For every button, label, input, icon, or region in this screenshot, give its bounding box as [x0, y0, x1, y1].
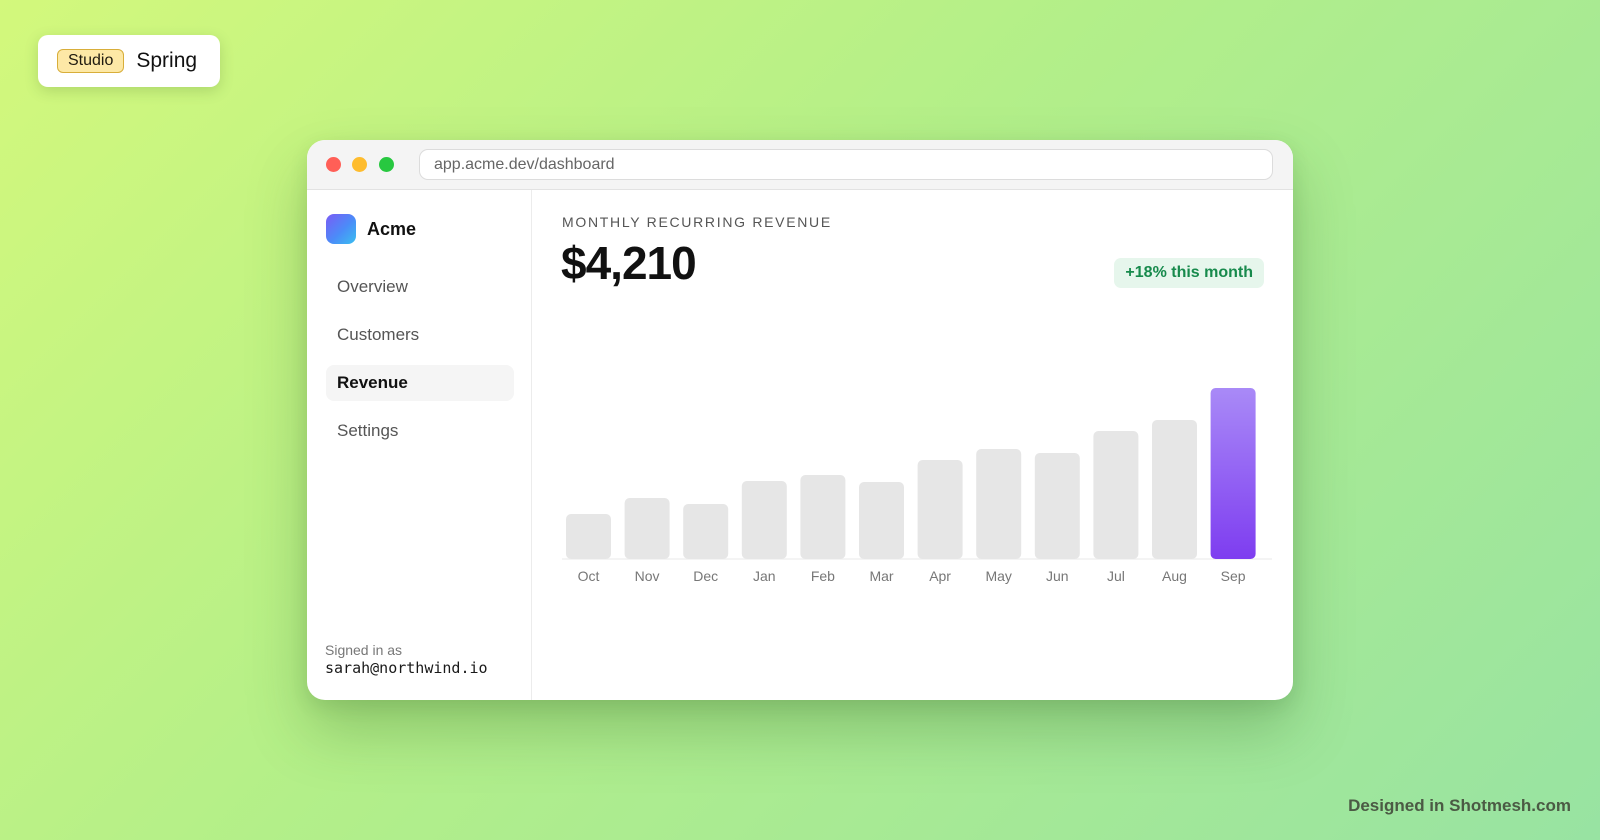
bar-jul — [1093, 431, 1139, 559]
browser-window: app.acme.dev/dashboard Acme Overview Cus… — [307, 140, 1293, 700]
watermark: Designed in Shotmesh.com — [1348, 796, 1571, 815]
bar-dec — [683, 504, 729, 559]
sidebar-item-settings[interactable]: Settings — [326, 413, 514, 449]
bar-aug — [1152, 420, 1197, 559]
signed-in-email: sarah@northwind.io — [325, 659, 488, 677]
brand: Acme — [326, 214, 416, 244]
sidebar: Acme Overview Customers Revenue Settings… — [307, 190, 532, 700]
sidebar-item-revenue[interactable]: Revenue — [326, 365, 514, 401]
x-tick-label-nov: Nov — [635, 568, 660, 584]
maximize-window-button[interactable] — [379, 157, 394, 172]
x-tick-label-jan: Jan — [753, 568, 776, 584]
browser-titlebar: app.acme.dev/dashboard — [307, 140, 1293, 190]
bar-may — [976, 449, 1022, 559]
theme-name: Spring — [136, 49, 198, 72]
bar-apr — [917, 460, 963, 559]
bar-jan — [741, 481, 787, 559]
bar-jun — [1034, 453, 1080, 559]
address-bar[interactable]: app.acme.dev/dashboard — [419, 149, 1273, 180]
x-tick-label-mar: Mar — [869, 568, 893, 584]
x-tick-label-sep: Sep — [1221, 568, 1246, 584]
brand-name: Acme — [367, 218, 417, 239]
x-tick-label-feb: Feb — [811, 568, 835, 584]
x-tick-label-aug: Aug — [1162, 568, 1187, 584]
close-window-button[interactable] — [326, 157, 341, 172]
x-tick-label-jul: Jul — [1107, 568, 1125, 584]
sidebar-item-overview[interactable]: Overview — [326, 269, 514, 305]
minimize-window-button[interactable] — [352, 157, 367, 172]
studio-tag: Studio — [57, 49, 125, 73]
main-content: MONTHLY RECURRING REVENUE $4,210 +18% th… — [532, 190, 1293, 700]
theme-badge: Studio Spring — [38, 35, 220, 87]
signed-in-label: Signed in as — [325, 642, 403, 658]
revenue-bar-chart: Oct Nov Dec Jan Feb Mar Apr May Jun Jul Aug Sep — [562, 388, 1272, 584]
x-tick-label-oct: Oct — [578, 568, 600, 584]
bar-oct — [566, 514, 611, 559]
chart-bars — [566, 388, 1256, 559]
chart-x-labels: Oct Nov Dec Jan Feb Mar Apr May Jun Jul Aug Sep — [578, 568, 1246, 584]
x-tick-label-may: May — [985, 568, 1011, 584]
sidebar-item-customers[interactable]: Customers — [326, 317, 514, 353]
bar-mar — [859, 482, 904, 559]
x-tick-label-dec: Dec — [693, 568, 718, 584]
bar-nov — [624, 498, 670, 559]
x-tick-label-apr: Apr — [929, 568, 951, 584]
acme-logo-icon — [326, 214, 356, 244]
bar-sep — [1210, 388, 1256, 559]
bar-feb — [800, 475, 846, 559]
x-tick-label-jun: Jun — [1046, 568, 1069, 584]
